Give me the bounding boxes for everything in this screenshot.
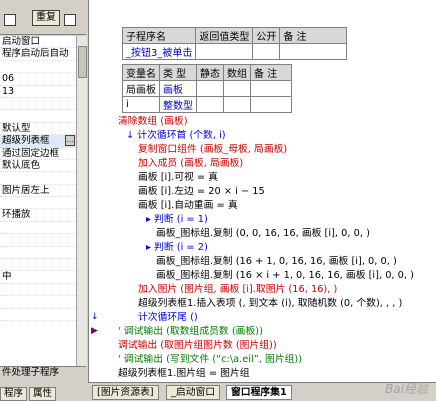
header-cell: 备 注 — [279, 27, 348, 44]
property-row[interactable] — [0, 98, 76, 111]
repeat-button[interactable]: 重复 — [32, 10, 60, 26]
table-cell[interactable] — [196, 80, 224, 97]
code-line[interactable]: 画板_图标组.复制 (16 × i + 1, 0, 16, 16, 画板 [i]… — [156, 270, 414, 282]
property-row[interactable] — [0, 234, 76, 247]
left-bottom-area: 件处理子程序 程序 属性 — [0, 366, 86, 401]
table-cell[interactable] — [252, 43, 281, 60]
code-text: 计次循环首 (个数, i) — [137, 130, 226, 141]
code-line[interactable]: ' 调试输出 (取数组成员数 (画板)) — [118, 326, 263, 338]
property-row[interactable] — [0, 247, 76, 260]
code-line[interactable]: 加入成员 (画板, 局画板) — [138, 158, 243, 170]
header-cell: 备 注 — [250, 64, 292, 81]
down-arrow-icon: ↓ — [91, 312, 99, 322]
property-toolbar: 重复 — [0, 0, 86, 35]
header-cell: 子程序名 — [121, 27, 197, 44]
variable-name[interactable]: i — [122, 96, 160, 113]
code-line[interactable]: 调试输出 (取图片组图片数 (图片组)) — [118, 340, 277, 352]
property-value: 超级列表框 — [2, 135, 50, 147]
subroutine-table: 子程序名 返回值类型 公开 备 注 _按钮3_被单击 — [121, 27, 348, 60]
subroutine-name[interactable]: _按钮3_被单击 — [121, 43, 197, 60]
code-line[interactable]: 复制窗口组件 (画板_母板, 局画板) — [138, 144, 287, 156]
watermark: Bai经验 — [385, 382, 428, 396]
table-cell[interactable] — [223, 80, 251, 97]
property-row[interactable] — [0, 309, 76, 321]
code-line[interactable]: 加入图片 (图片组, 画板 [i].取图片 (16, 16), ) — [138, 284, 337, 296]
tab-program[interactable]: 程序 — [0, 387, 28, 401]
property-row[interactable]: 启动窗口 — [0, 36, 76, 49]
code-text: 判断 (i = 2) — [154, 242, 208, 253]
code-line[interactable]: 清除数组 (画板) — [118, 116, 188, 128]
property-row[interactable] — [0, 222, 76, 235]
header-cell: 返回值类型 — [195, 27, 254, 44]
property-row[interactable]: 中 — [0, 271, 76, 284]
property-row[interactable] — [0, 284, 76, 297]
property-row[interactable]: 图片居左上 — [0, 185, 76, 198]
tab-window-assembly[interactable]: 窗口程序集1 — [226, 385, 292, 400]
code-line[interactable]: ▸ 判断 (i = 1) — [146, 214, 208, 226]
branch-arrow-icon: ▸ — [146, 214, 151, 225]
breakpoint-icon: ▶ — [91, 326, 98, 336]
left-tab-strip: 程序 属性 — [0, 387, 86, 401]
table-cell[interactable] — [250, 80, 292, 97]
code-line[interactable]: 画板 [i].自动重画 = 真 — [138, 200, 238, 212]
property-row[interactable] — [0, 110, 76, 123]
table-cell[interactable] — [250, 96, 292, 113]
more-icon[interactable]: … — [65, 135, 75, 147]
editor-tab-strip: [图片资源表] _启动窗口 窗口程序集1 Bai经验 — [88, 382, 436, 401]
left-panel: 重复 启动窗口 程序启动后自动 06 13 默认型 超级列表框 … 通过固定边框 … — [0, 0, 87, 401]
header-cell: 数组 — [223, 64, 251, 81]
tab-startup-window[interactable]: _启动窗口 — [166, 385, 221, 400]
property-row[interactable]: 件处理子程序 — [0, 367, 86, 379]
property-row[interactable]: 13 — [0, 86, 76, 98]
property-row[interactable] — [0, 197, 76, 210]
toolbar-square-right[interactable] — [64, 14, 76, 26]
property-row-selected[interactable]: 超级列表框 … — [0, 135, 76, 148]
property-row[interactable]: 默认底色 — [0, 160, 76, 173]
property-row[interactable]: 通过固定边框 — [0, 148, 76, 160]
code-line[interactable]: 画板 [i].左边 = 20 × i − 15 — [138, 186, 265, 198]
property-row[interactable]: 06 — [0, 73, 76, 86]
code-line[interactable]: 超级列表框1.图片组 = 图片组 — [118, 368, 250, 380]
property-row[interactable] — [0, 61, 76, 74]
property-row[interactable] — [0, 172, 76, 185]
header-cell: 公开 — [252, 27, 281, 44]
table-cell[interactable] — [223, 96, 251, 113]
variable-table: 变量名 类 型 静态 数组 备 注 局画板 画板 i 整数型 — [122, 64, 292, 113]
code-line[interactable]: 画板_图标组.复制 (0, 0, 16, 16, 画板 [i], 0, 0, ) — [156, 228, 370, 240]
code-text: 判断 (i = 1) — [154, 214, 208, 225]
branch-arrow-icon: ▸ — [146, 242, 151, 253]
code-line[interactable]: ▸ 判断 (i = 2) — [146, 242, 208, 254]
toolbar-square-left[interactable] — [4, 14, 16, 26]
code-line[interactable]: 计次循环尾 () — [138, 312, 198, 324]
table-cell[interactable] — [279, 43, 348, 60]
property-list: 启动窗口 程序启动后自动 06 13 默认型 超级列表框 … 通过固定边框 默认底… — [0, 36, 77, 366]
tab-image-resources[interactable]: [图片资源表] — [92, 385, 159, 400]
code-line[interactable]: ↓ 计次循环首 (个数, i) — [126, 130, 226, 142]
header-cell: 类 型 — [159, 64, 197, 81]
table-cell[interactable] — [195, 43, 254, 60]
property-row[interactable] — [0, 259, 76, 272]
property-scrollbar[interactable] — [76, 36, 87, 366]
property-row[interactable]: 默认型 — [0, 123, 76, 136]
code-line[interactable]: 画板 [i].可视 = 真 — [138, 172, 218, 184]
property-row[interactable]: 程序启动后自动 — [0, 48, 76, 61]
table-cell[interactable] — [196, 96, 224, 113]
variable-name[interactable]: 局画板 — [122, 80, 160, 97]
code-line[interactable]: 超级列表框1.插入表项 (, 到文本 (i), 取随机数 (0, 个数), , … — [138, 298, 402, 310]
code-line[interactable]: 画板_图标组.复制 (16 + 1, 0, 16, 16, 画板 [i], 0,… — [156, 256, 397, 268]
tab-properties[interactable]: 属性 — [29, 387, 57, 401]
scrollbar-thumb[interactable] — [78, 46, 87, 78]
property-row[interactable] — [0, 296, 76, 309]
loop-arrow-icon: ↓ — [126, 130, 135, 141]
code-line[interactable]: ' 调试输出 (写到文件 (“c:\a.eil”, 图片组)) — [118, 354, 302, 366]
header-cell: 静态 — [196, 64, 224, 81]
header-cell: 变量名 — [122, 64, 160, 81]
variable-type[interactable]: 画板 — [159, 80, 197, 97]
property-row[interactable]: 环播放 — [0, 209, 76, 222]
code-editor[interactable]: 子程序名 返回值类型 公开 备 注 _按钮3_被单击 变量名 类 型 静态 数组… — [100, 0, 436, 382]
variable-type[interactable]: 整数型 — [159, 96, 197, 113]
